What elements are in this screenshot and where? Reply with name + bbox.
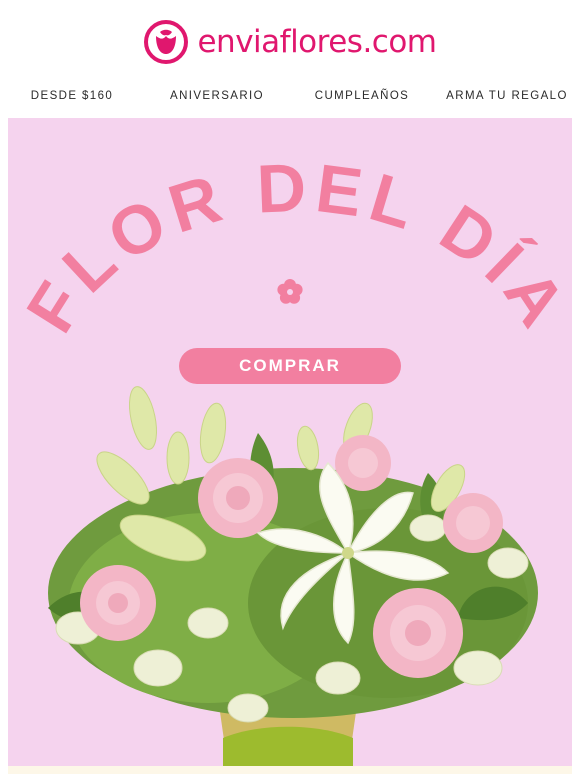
nav-item-arma-tu-regalo[interactable]: ARMA TU REGALO <box>446 90 568 102</box>
rose-logo-icon <box>144 20 189 64</box>
brand-logo[interactable]: enviaflores.com <box>143 19 437 65</box>
site-header: enviaflores.com <box>0 0 580 84</box>
nav-item-cumpleanos[interactable]: CUMPLEAÑOS <box>315 90 410 102</box>
hero-headline: FLOR DEL DÍA <box>12 149 572 345</box>
footer-strip <box>8 766 572 774</box>
headline-arc: FLOR DEL DÍA <box>12 149 572 345</box>
hero-banner: FLOR DEL DÍA COMPRAR <box>8 118 572 768</box>
nav-item-aniversario[interactable]: ANIVERSARIO <box>170 90 264 102</box>
small-flower-icon <box>277 279 303 304</box>
brand-name: enviaflores.com <box>197 24 437 60</box>
nav-item-desde-160[interactable]: DESDE $160 <box>31 90 113 102</box>
bouquet-image <box>48 386 538 768</box>
